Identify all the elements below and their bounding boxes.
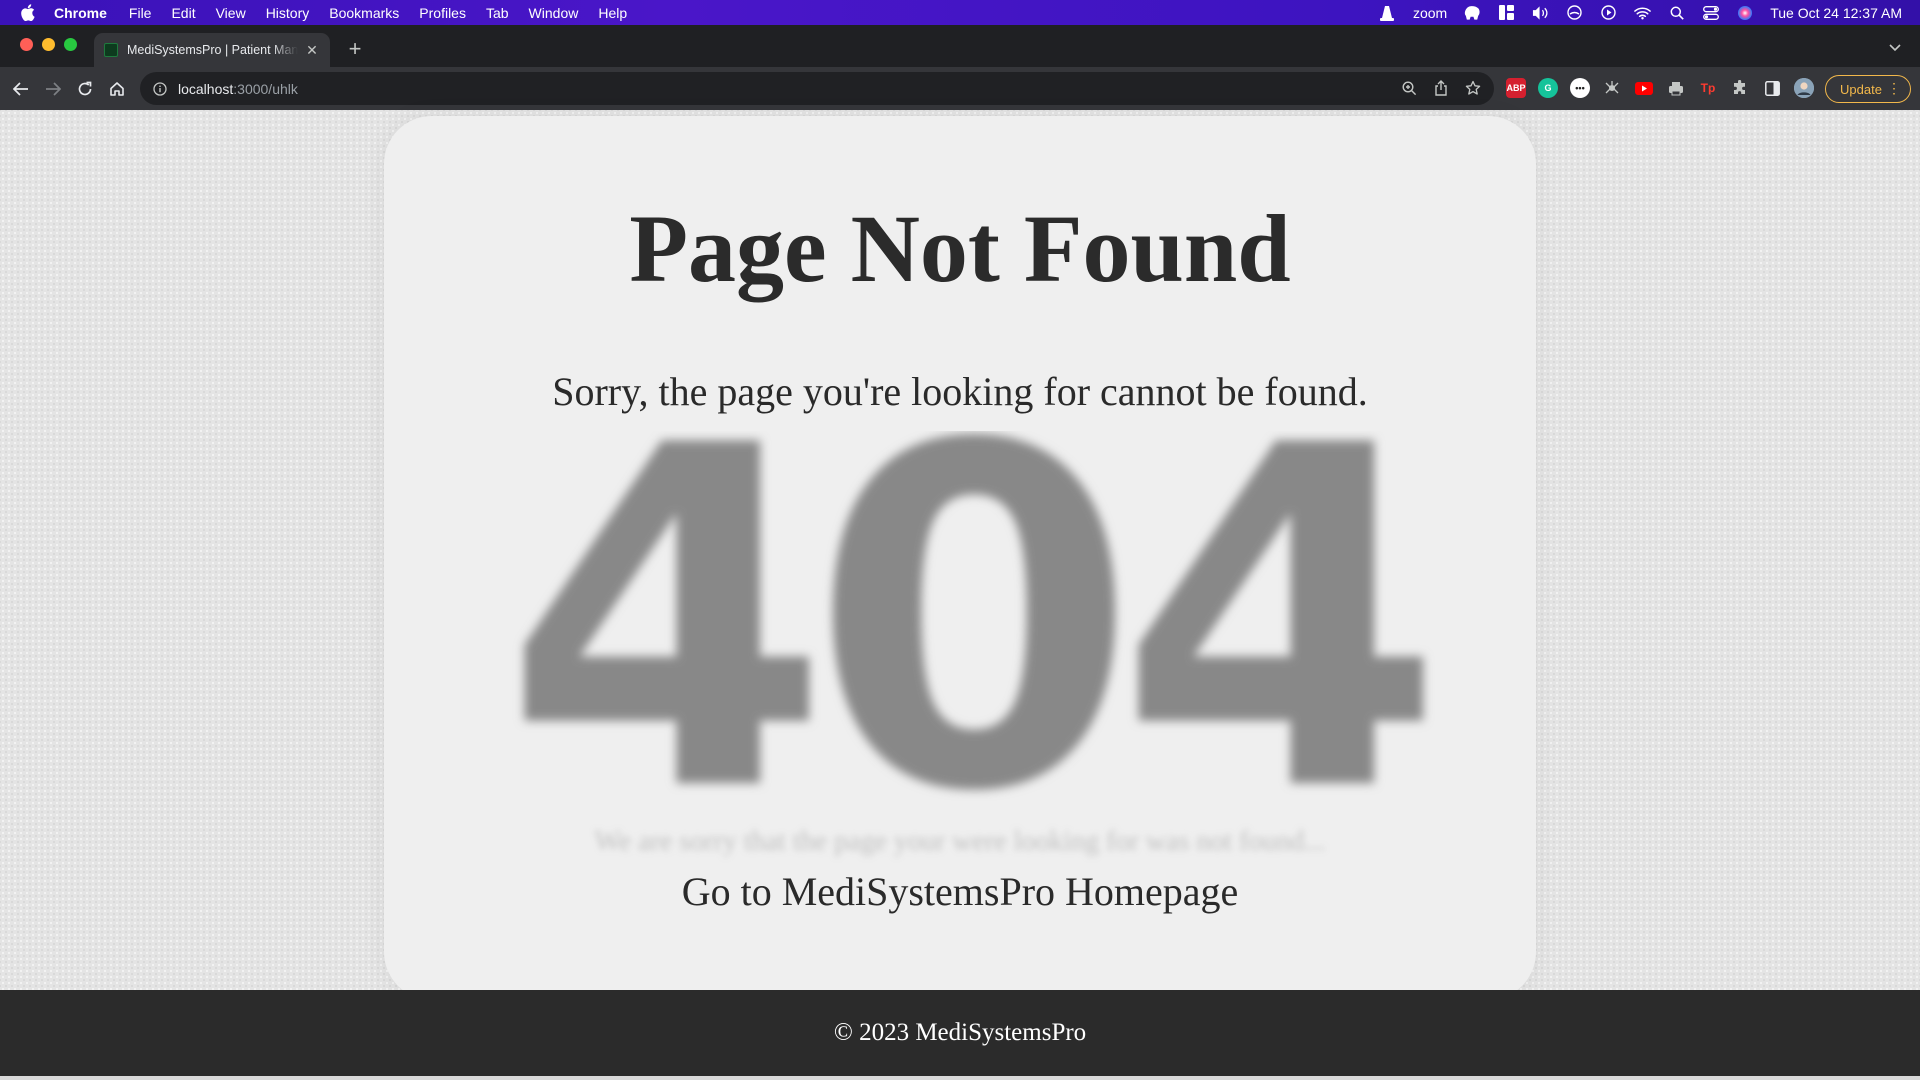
page-title: Page Not Found: [629, 195, 1291, 302]
menu-help[interactable]: Help: [598, 5, 627, 21]
bottom-edge: [0, 1076, 1920, 1080]
browser-tab-active[interactable]: MediSystemsPro | Patient Man ✕: [94, 33, 330, 67]
homepage-link[interactable]: Go to MediSystemsPro Homepage: [384, 868, 1536, 915]
not-found-card: Page Not Found Sorry, the page you're lo…: [384, 116, 1536, 1000]
close-window-button[interactable]: [20, 38, 33, 51]
spotlight-search-icon[interactable]: [1668, 4, 1685, 21]
window-controls: [20, 38, 77, 51]
faded-apology-text: We are sorry that the page your were loo…: [594, 826, 1326, 857]
site-info-icon[interactable]: [152, 81, 168, 97]
vlc-cone-icon[interactable]: [1379, 4, 1396, 21]
error-message: Sorry, the page you're looking for canno…: [552, 369, 1368, 414]
page-viewport: Page Not Found Sorry, the page you're lo…: [0, 110, 1920, 1080]
youtube-extension-icon[interactable]: [1634, 78, 1654, 98]
control-center-icon[interactable]: [1702, 4, 1719, 21]
menu-window[interactable]: Window: [529, 5, 579, 21]
side-panel-icon[interactable]: [1762, 78, 1782, 98]
menu-tab[interactable]: Tab: [486, 5, 509, 21]
dots-extension-icon[interactable]: •••: [1570, 78, 1590, 98]
play-circle-icon[interactable]: [1600, 4, 1617, 21]
menu-bookmarks[interactable]: Bookmarks: [329, 5, 399, 21]
more-menu-icon[interactable]: ⋮: [1887, 81, 1901, 95]
page-footer: © 2023 MediSystemsPro: [0, 990, 1920, 1076]
adblock-plus-icon[interactable]: ABP: [1506, 78, 1526, 98]
share-icon[interactable]: [1432, 79, 1450, 97]
maximize-window-button[interactable]: [64, 38, 77, 51]
menu-edit[interactable]: Edit: [171, 5, 195, 21]
tab-search-chevron-icon[interactable]: [1886, 39, 1904, 57]
url-path: :3000/uhlk: [233, 80, 298, 97]
menu-view[interactable]: View: [216, 5, 246, 21]
wifi-icon[interactable]: [1634, 4, 1652, 21]
copyright-text: © 2023 MediSystemsPro: [833, 1019, 1087, 1046]
menu-file[interactable]: File: [129, 5, 152, 21]
volume-icon[interactable]: [1532, 4, 1549, 21]
menu-chrome[interactable]: Chrome: [54, 5, 107, 21]
svg-text:404: 404: [503, 431, 1425, 801]
blurred-404-graphic: 404: [503, 431, 1445, 801]
minimize-window-button[interactable]: [42, 38, 55, 51]
bookmark-star-icon[interactable]: [1464, 79, 1482, 97]
apple-logo-icon[interactable]: [18, 4, 36, 22]
extensions-area: ABP G ••• Tp: [1506, 78, 1814, 98]
update-label: Update: [1840, 81, 1882, 97]
menu-profiles[interactable]: Profiles: [419, 5, 466, 21]
menu-history[interactable]: History: [266, 5, 310, 21]
tp-extension-icon[interactable]: Tp: [1698, 78, 1718, 98]
tab-close-icon[interactable]: ✕: [304, 42, 320, 58]
zoom-status[interactable]: zoom: [1413, 5, 1447, 21]
print-extension-icon[interactable]: [1666, 78, 1686, 98]
home-icon[interactable]: [106, 78, 128, 100]
tab-title: MediSystemsPro | Patient Man: [127, 43, 298, 57]
spider-extension-icon[interactable]: [1602, 78, 1622, 98]
new-tab-plus-icon[interactable]: +: [344, 36, 366, 61]
elephant-app-icon[interactable]: [1464, 4, 1481, 21]
forward-arrow-icon[interactable]: [42, 78, 64, 100]
url-host: localhost: [178, 80, 234, 97]
siri-icon[interactable]: [1736, 4, 1753, 21]
address-bar[interactable]: localhost:3000/uhlk: [140, 72, 1494, 105]
back-arrow-icon[interactable]: [10, 78, 32, 100]
profile-avatar[interactable]: [1794, 78, 1814, 98]
do-not-disturb-icon[interactable]: [1566, 4, 1583, 21]
menubar-clock[interactable]: Tue Oct 24 12:37 AM: [1770, 5, 1902, 21]
zoom-magnifier-icon[interactable]: [1400, 79, 1418, 97]
extensions-puzzle-icon[interactable]: [1730, 78, 1750, 98]
browser-toolbar: localhost:3000/uhlk ABP G ••• Tp Update…: [0, 67, 1920, 110]
site-favicon-icon: [104, 43, 118, 57]
window-layout-icon[interactable]: [1498, 4, 1515, 21]
reload-icon[interactable]: [74, 78, 96, 100]
grammarly-icon[interactable]: G: [1538, 78, 1558, 98]
macos-menu-bar: Chrome File Edit View History Bookmarks …: [0, 0, 1920, 25]
chrome-update-button[interactable]: Update ⋮: [1825, 75, 1911, 103]
browser-tab-strip: MediSystemsPro | Patient Man ✕ +: [0, 25, 1920, 67]
